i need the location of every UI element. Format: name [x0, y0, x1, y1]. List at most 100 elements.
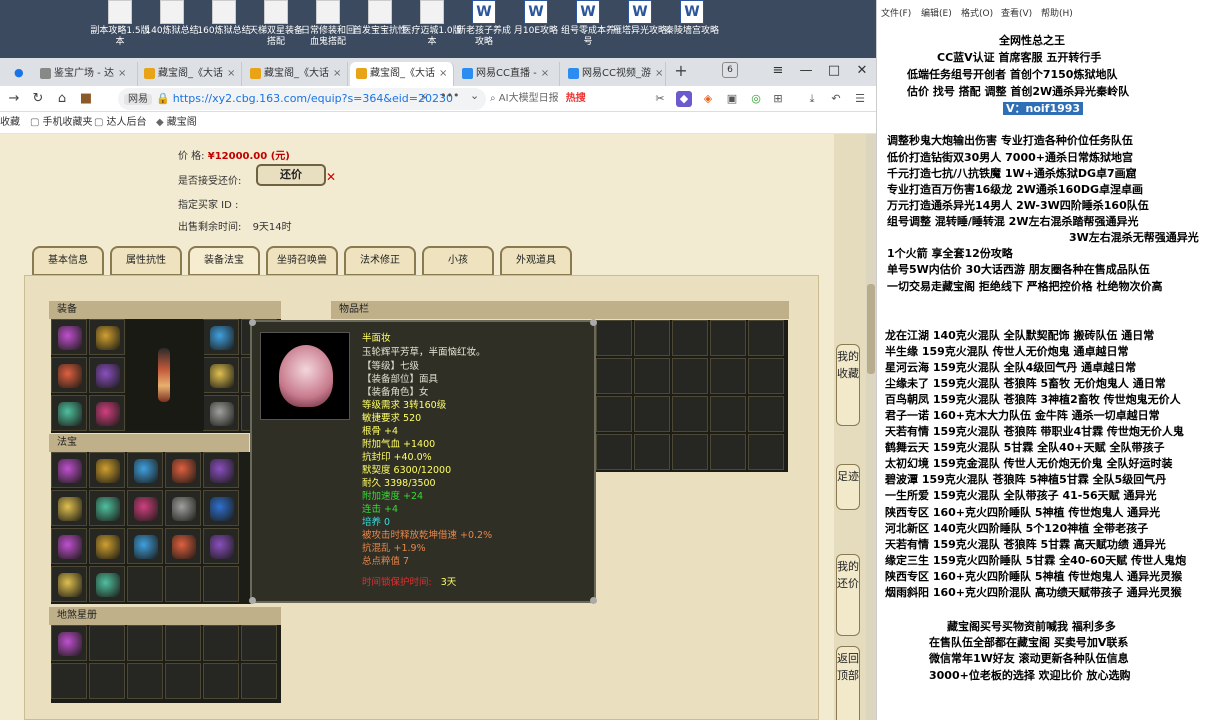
grid-cell[interactable] [203, 452, 239, 488]
grid-cell[interactable] [596, 434, 632, 470]
tab-close-icon[interactable]: × [655, 68, 663, 79]
grid-cell[interactable] [165, 663, 201, 699]
grid-cell[interactable] [89, 319, 125, 355]
grid-cell[interactable] [748, 358, 784, 394]
dropdown-chevron-icon[interactable]: ⌄ [470, 89, 479, 102]
side-button[interactable]: 返回顶部 [836, 646, 860, 720]
grid-cell[interactable] [634, 396, 670, 432]
maximize-icon[interactable]: □ [820, 58, 848, 84]
item-icon[interactable] [172, 497, 196, 521]
grid-cell[interactable] [165, 566, 201, 602]
desktop-icon[interactable]: W 月10E攻略 [506, 0, 566, 58]
item-icon[interactable] [210, 459, 234, 483]
browser-tab[interactable]: 网易CC视频_游 × [562, 62, 666, 86]
grid-cell[interactable] [203, 490, 239, 526]
side-button[interactable]: 足迹 [836, 464, 860, 510]
forward-arrow-icon[interactable]: → [4, 89, 24, 109]
browser-tab[interactable]: 藏宝阁_《大话 × [244, 62, 348, 86]
grid-cell[interactable] [127, 452, 163, 488]
item-icon[interactable] [210, 535, 234, 559]
counter-close-icon[interactable]: ✕ [326, 170, 336, 184]
grid-cell[interactable] [596, 358, 632, 394]
grid-cell[interactable] [165, 625, 201, 661]
item-icon[interactable] [96, 459, 120, 483]
item-icon[interactable] [58, 497, 82, 521]
grid-cell[interactable] [51, 625, 87, 661]
grid-cell[interactable] [51, 528, 87, 564]
desktop-icon[interactable]: 医疗迈城1.0版本 [402, 0, 462, 58]
browser-tab[interactable]: 藏宝阁_《大话 × [350, 62, 454, 86]
counter-offer-button[interactable]: 还价 [256, 164, 326, 186]
hamburger-menu-icon[interactable]: ☰ [852, 91, 868, 107]
game-tab[interactable]: 坐骑召唤兽 [266, 246, 338, 276]
grid-cell[interactable] [165, 528, 201, 564]
menu-icon[interactable]: ≡ [764, 58, 792, 84]
notepad-menu-item[interactable]: 文件(F) [881, 6, 911, 19]
bookmark-item[interactable]: ▢ 手机收藏夹 [30, 112, 92, 134]
grid-cell[interactable] [51, 357, 87, 393]
notepad-menu-item[interactable]: 查看(V) [1001, 6, 1032, 19]
undo-icon[interactable]: ↶ [828, 91, 844, 107]
grid-cell[interactable] [748, 320, 784, 356]
grid-cell[interactable] [748, 396, 784, 432]
grid-cell[interactable] [89, 663, 125, 699]
grid-cell[interactable] [672, 434, 708, 470]
item-icon[interactable] [96, 326, 120, 350]
item-icon[interactable] [58, 364, 82, 388]
tab-count-badge[interactable]: 6 [722, 62, 738, 78]
tab-close-icon[interactable]: × [439, 68, 447, 79]
more-dots-icon[interactable]: ••• [440, 89, 459, 102]
desktop-icon[interactable]: W 新老孩子养成攻略 [454, 0, 514, 58]
grid-cell[interactable] [127, 625, 163, 661]
item-icon[interactable] [172, 459, 196, 483]
grid-cell[interactable] [748, 434, 784, 470]
grid-cell[interactable] [127, 528, 163, 564]
desktop-icon[interactable]: 160炼狱总结 [194, 0, 254, 58]
desktop-icon[interactable]: 日常修装和回血鬼搭配 [298, 0, 358, 58]
desktop-icon[interactable]: 天梯双星装备搭配 [246, 0, 306, 58]
minimize-icon[interactable]: — [792, 58, 820, 84]
grid-cell[interactable] [634, 358, 670, 394]
screenshot-icon[interactable]: ▣ [724, 91, 740, 107]
grid-cell[interactable] [596, 320, 632, 356]
grid-cell[interactable] [203, 625, 239, 661]
game-tab[interactable]: 装备法宝 [188, 246, 260, 276]
grid-cell[interactable] [89, 566, 125, 602]
desktop-icon[interactable]: 副本攻略1.5版本 [90, 0, 150, 58]
notepad-menu-item[interactable]: 格式(O) [961, 6, 993, 19]
grid-cell[interactable] [710, 434, 746, 470]
browser-tab[interactable]: 藏宝阁_《大话 × [138, 62, 242, 86]
search-field[interactable]: ⌕ AI大模型日报 热搜 [490, 88, 640, 110]
item-icon[interactable] [58, 402, 82, 426]
desktop-icon[interactable]: 140炼狱总结 [142, 0, 202, 58]
grid-cell[interactable] [203, 663, 239, 699]
desktop-icon[interactable]: W 组号零成本养号 [558, 0, 618, 58]
grid-cell[interactable] [127, 566, 163, 602]
grid-cell[interactable] [51, 490, 87, 526]
tab-close-icon[interactable]: × [118, 68, 126, 79]
game-tab[interactable]: 外观道具 [500, 246, 572, 276]
item-icon[interactable] [134, 535, 158, 559]
new-tab-icon[interactable]: + [672, 62, 690, 80]
tab-close-icon[interactable]: × [333, 68, 341, 79]
grid-cell[interactable] [51, 566, 87, 602]
game-tab[interactable]: 基本信息 [32, 246, 104, 276]
grid-cell[interactable] [634, 434, 670, 470]
url-field[interactable]: 网易 🔒 https://xy2.cbg.163.com/equip?s=364&e… [118, 88, 486, 110]
grid-cell[interactable] [634, 320, 670, 356]
grid-cell[interactable] [165, 490, 201, 526]
item-icon[interactable] [58, 326, 82, 350]
grid-cell[interactable] [165, 452, 201, 488]
grid-cell[interactable] [89, 452, 125, 488]
item-icon[interactable] [134, 459, 158, 483]
notepad-menu-item[interactable]: 帮助(H) [1041, 6, 1073, 19]
desktop-icon[interactable]: W 雁塔异光攻略 [610, 0, 670, 58]
tab-close-icon[interactable]: × [541, 68, 549, 79]
browser-tab[interactable]: 网易CC直播 - × [456, 62, 560, 86]
reload-icon[interactable]: ↻ [28, 89, 48, 109]
grid-cell[interactable] [710, 320, 746, 356]
item-icon[interactable] [210, 497, 234, 521]
game-icon[interactable]: ◈ [700, 91, 716, 107]
refresh-circle-icon[interactable]: ◎ [748, 91, 764, 107]
grid-cell[interactable] [89, 528, 125, 564]
